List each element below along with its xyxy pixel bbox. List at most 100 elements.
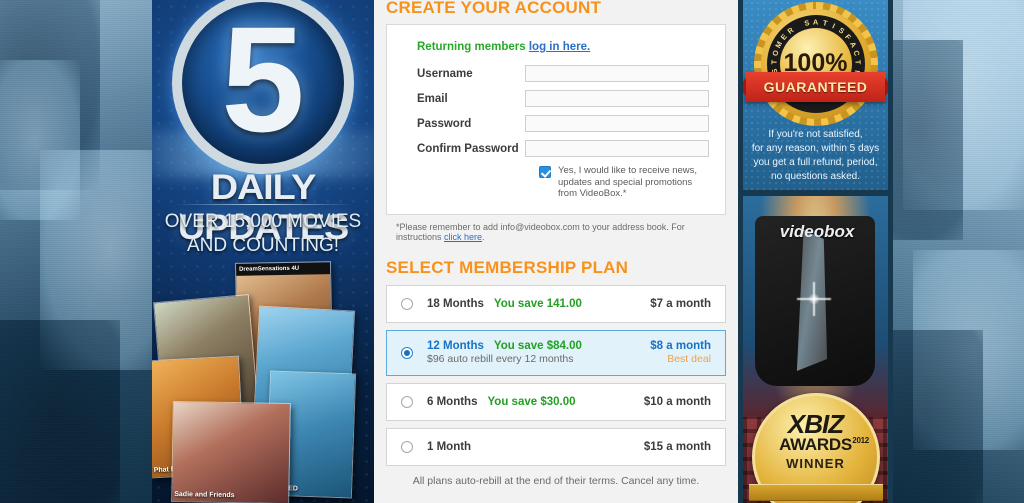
plan-price: $7 a month [650, 297, 711, 310]
plan-details: 1 Month [427, 440, 644, 454]
seal-arc-char: T [852, 59, 863, 65]
returning-members-line: Returning members log in here. [417, 41, 709, 53]
guarantee-line-4: no questions asked. [771, 171, 860, 182]
background-collage-right [893, 0, 1024, 503]
email-label: Email [417, 92, 448, 105]
seal-arc-char: O [769, 49, 781, 58]
xbiz-awards-text: AWARDS 2012 [779, 435, 869, 454]
plan-price: $10 a month [643, 395, 711, 408]
plan-price-block: $15 a month [644, 440, 711, 454]
background-collage-left [0, 0, 152, 503]
plan-radio-18-months[interactable] [401, 297, 413, 310]
seal-arc-char: A [812, 17, 819, 27]
plan-savings: You save $84.00 [493, 340, 582, 352]
plan-price: $8 a month [650, 340, 711, 352]
seal-arc-char: T [768, 59, 779, 65]
plan-savings: You save 141.00 [493, 297, 582, 310]
medal-band [748, 484, 883, 501]
guaranteed-ribbon: GUARANTEED [743, 72, 888, 102]
plan-option-1-month[interactable]: 1 Month $15 a month [386, 427, 726, 466]
guarantee-line-3: you get a full refund, period, [753, 157, 878, 168]
awards-year: 2012 [852, 436, 869, 445]
username-label: Username [417, 67, 473, 80]
field-row-email: Email [403, 90, 709, 107]
promo-subline-1: OVER 15,000 MOVIES [164, 211, 362, 232]
create-account-heading: CREATE YOUR ACCOUNT [386, 0, 602, 17]
login-link[interactable]: log in here. [529, 41, 590, 53]
dvd-cover: Sadie and Friends [171, 400, 291, 503]
seal-arc-char: S [803, 18, 810, 28]
guarantee-line-2: for any reason, within 5 days [751, 143, 880, 154]
field-row-password: Password [403, 115, 709, 132]
daily-update-count: 5 [221, 0, 305, 163]
winner-label: WINNER [786, 456, 845, 471]
five-ring-badge: 5 [172, 0, 354, 174]
plan-savings: You save $30.00 [487, 395, 576, 408]
plan-primary-line: 1 Month [427, 440, 644, 454]
plan-price-block: $7 a month [650, 297, 711, 311]
address-book-note-text: *Please remember to add info@videobox.co… [396, 221, 685, 242]
xbiz-brand-text: XBIZ [787, 409, 844, 439]
plan-price: $15 a month [643, 440, 711, 453]
plan-radio-1-month[interactable] [401, 440, 413, 453]
plan-details: 18 Months You save 141.00 [427, 297, 650, 311]
plan-primary-line: 18 Months You save 141.00 [427, 297, 650, 311]
best-deal-badge: Best deal [667, 353, 711, 365]
promo-subline: OVER 15,000 MOVIES AND COUNTING! [152, 210, 374, 258]
seal-arc-char: C [851, 49, 862, 57]
awards-label: AWARDS [779, 435, 852, 454]
collage-blue-veil [0, 0, 152, 503]
plan-radio-12-months[interactable] [401, 346, 413, 359]
field-row-username: Username [403, 65, 709, 82]
click-here-link[interactable]: click here [444, 232, 482, 242]
guarantee-line-1: If you're not satisfied, [768, 129, 863, 140]
confirm-password-label: Confirm Password [417, 142, 519, 155]
plan-term: 6 Months [427, 395, 478, 408]
xbiz-award-card: videobox XBIZ AWARDS 2012 WINNER [743, 196, 888, 503]
password-label: Password [417, 117, 472, 130]
sparkle-core-icon [808, 293, 820, 305]
plans-footnote: All plans auto-rebill at the end of thei… [412, 474, 700, 487]
satisfaction-seal-icon: CUSTOMER SATISFACTION 100% [753, 2, 878, 126]
newsletter-optin-row[interactable]: Yes, I would like to receive news, updat… [539, 165, 709, 200]
dvd-studio-banner: DreamSensations 4U [235, 262, 331, 276]
plan-price-block: $10 a month [644, 395, 711, 409]
email-input[interactable] [525, 90, 709, 107]
guarantee-badge-card: CUSTOMER SATISFACTION 100% GUARANTEED If… [743, 0, 888, 190]
plan-rebill-note: $96 auto rebill every 12 months [427, 353, 574, 365]
right-sidebar: CUSTOMER SATISFACTION 100% GUARANTEED If… [738, 0, 893, 503]
plan-term: 12 Months [427, 340, 484, 352]
signup-page: 5 DAILY UPDATES OVER 15,000 MOVIES AND C… [0, 0, 1024, 503]
field-row-confirm-password: Confirm Password [403, 140, 709, 157]
select-plan-heading: SELECT MEMBERSHIP PLAN [386, 257, 629, 277]
guarantee-body-text: If you're not satisfied, for any reason,… [743, 128, 888, 184]
plan-price-block: $8 a month Best deal [650, 339, 711, 366]
plan-option-6-months[interactable]: 6 Months You save $30.00 $10 a month [386, 382, 726, 421]
promo-divider [174, 204, 352, 205]
plan-option-12-months[interactable]: 12 Months You save $84.00 $96 auto rebill… [386, 329, 726, 376]
newsletter-optin-label: Yes, I would like to receive news, updat… [558, 165, 698, 199]
plan-details: 6 Months You save $30.00 [427, 395, 644, 409]
password-input[interactable] [525, 115, 709, 132]
plan-term: 18 Months [427, 297, 484, 310]
newsletter-checkbox[interactable] [539, 166, 551, 178]
plan-details: 12 Months You save $84.00 $96 auto rebill… [427, 339, 650, 366]
returning-members-label: Returning members [417, 41, 526, 53]
collage-blue-veil [893, 0, 1024, 503]
plan-primary-line: 6 Months You save $30.00 [427, 395, 644, 409]
plan-primary-line: 12 Months You save $84.00 [427, 339, 650, 353]
confirm-password-input[interactable] [525, 140, 709, 157]
username-input[interactable] [525, 65, 709, 82]
plan-radio-6-months[interactable] [401, 395, 413, 408]
dvd-art [172, 401, 290, 503]
seal-arc-char: T [821, 18, 828, 28]
signup-content-column: CREATE YOUR ACCOUNT Returning members lo… [374, 0, 738, 503]
create-account-card: Returning members log in here. Username … [386, 24, 726, 215]
plan-term: 1 Month [427, 440, 472, 453]
plan-option-18-months[interactable]: 18 Months You save 141.00 $7 a month [386, 284, 726, 323]
dvd-cover-collage: DreamSensations 4U TEASE PLEASE Naughty … [152, 261, 374, 503]
promo-banner-daily-updates[interactable]: 5 DAILY UPDATES OVER 15,000 MOVIES AND C… [152, 0, 374, 503]
address-book-note-tail: . [482, 231, 485, 242]
address-book-note: *Please remember to add info@videobox.co… [396, 222, 726, 242]
promo-subline-2: AND COUNTING! [187, 235, 339, 256]
